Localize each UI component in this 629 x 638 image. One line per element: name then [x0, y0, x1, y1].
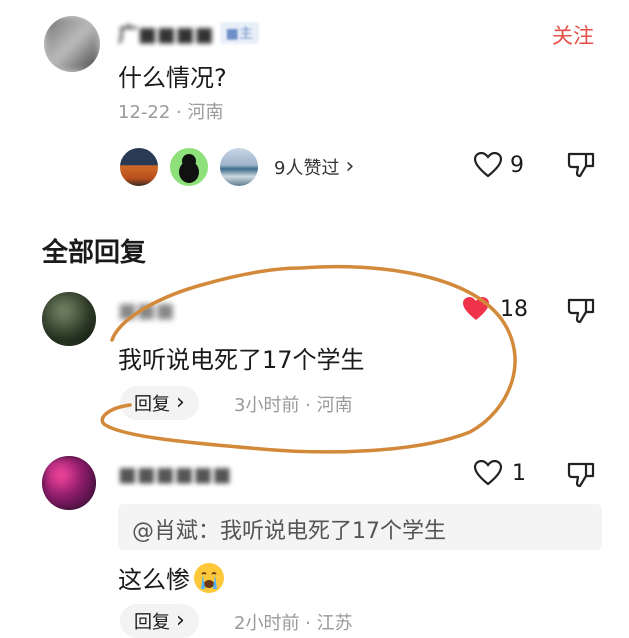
reply-2-avatar[interactable] [42, 456, 96, 510]
chevron-right-icon: › [176, 608, 185, 633]
reply-1-like-count: 18 [500, 296, 528, 322]
liker-avatar-1[interactable] [118, 146, 160, 188]
reply-2-text-row: 这么惨 [118, 560, 224, 595]
reply-2-like-count: 1 [512, 460, 526, 486]
reply-2-quote-text: @肖斌：我听说电死了17个学生 [132, 519, 446, 544]
reply-1-avatar[interactable] [42, 292, 96, 346]
follow-button[interactable]: 关注 [552, 20, 594, 50]
thumbs-down-icon[interactable] [566, 460, 596, 490]
heart-outline-icon [474, 460, 502, 486]
liker-avatar-2[interactable] [168, 146, 210, 188]
reply-1-like-button[interactable]: 18 [462, 296, 528, 322]
reply-2-meta: 2小时前 · 江苏 [234, 613, 353, 634]
thumbs-down-icon[interactable] [566, 296, 596, 326]
post-like-count: 9 [510, 152, 524, 178]
reply-2-author-name[interactable]: ■■■■■■ [118, 462, 231, 486]
post-meta: 12-22 · 河南 [118, 102, 224, 123]
likers-summary-text: 9人赞过 [274, 158, 340, 179]
author-badge: ■主 [219, 21, 259, 44]
reply-button-label: 回复 [134, 612, 170, 633]
post-author-name-text: 广■■■■ [118, 22, 214, 46]
liker-avatar-3[interactable] [218, 146, 260, 188]
post-like-button[interactable]: 9 [474, 152, 524, 178]
reply-2-text: 这么惨 [118, 566, 190, 594]
chevron-right-icon: › [345, 154, 355, 179]
reply-2-quote-box[interactable]: @肖斌：我听说电死了17个学生 [118, 504, 602, 550]
crying-face-icon [194, 562, 224, 593]
reply-2-like-button[interactable]: 1 [474, 460, 526, 486]
reply-2-reply-button[interactable]: 回复 › [120, 604, 199, 638]
reply-1-reply-button[interactable]: 回复 › [120, 386, 199, 420]
thumbs-down-icon[interactable] [566, 150, 596, 180]
chevron-right-icon: › [176, 390, 185, 415]
post-author-name[interactable]: 广■■■■ ■主 [118, 18, 259, 47]
reply-button-label: 回复 [134, 394, 170, 415]
heart-outline-icon [474, 152, 502, 178]
likers-summary-link[interactable]: 9人赞过 › [274, 154, 354, 180]
bird-silhouette-icon [179, 154, 199, 183]
post-text: 什么情况? [118, 64, 227, 92]
post-author-avatar[interactable] [44, 16, 100, 72]
reply-1-author-name[interactable]: ■■■ [118, 298, 175, 322]
reply-1-text: 我听说电死了17个学生 [118, 346, 365, 374]
crying-face-icon-svg [195, 563, 223, 592]
heart-filled-icon [463, 297, 489, 320]
reply-1-meta: 3小时前 · 河南 [234, 395, 353, 416]
all-replies-title: 全部回复 [42, 238, 147, 268]
